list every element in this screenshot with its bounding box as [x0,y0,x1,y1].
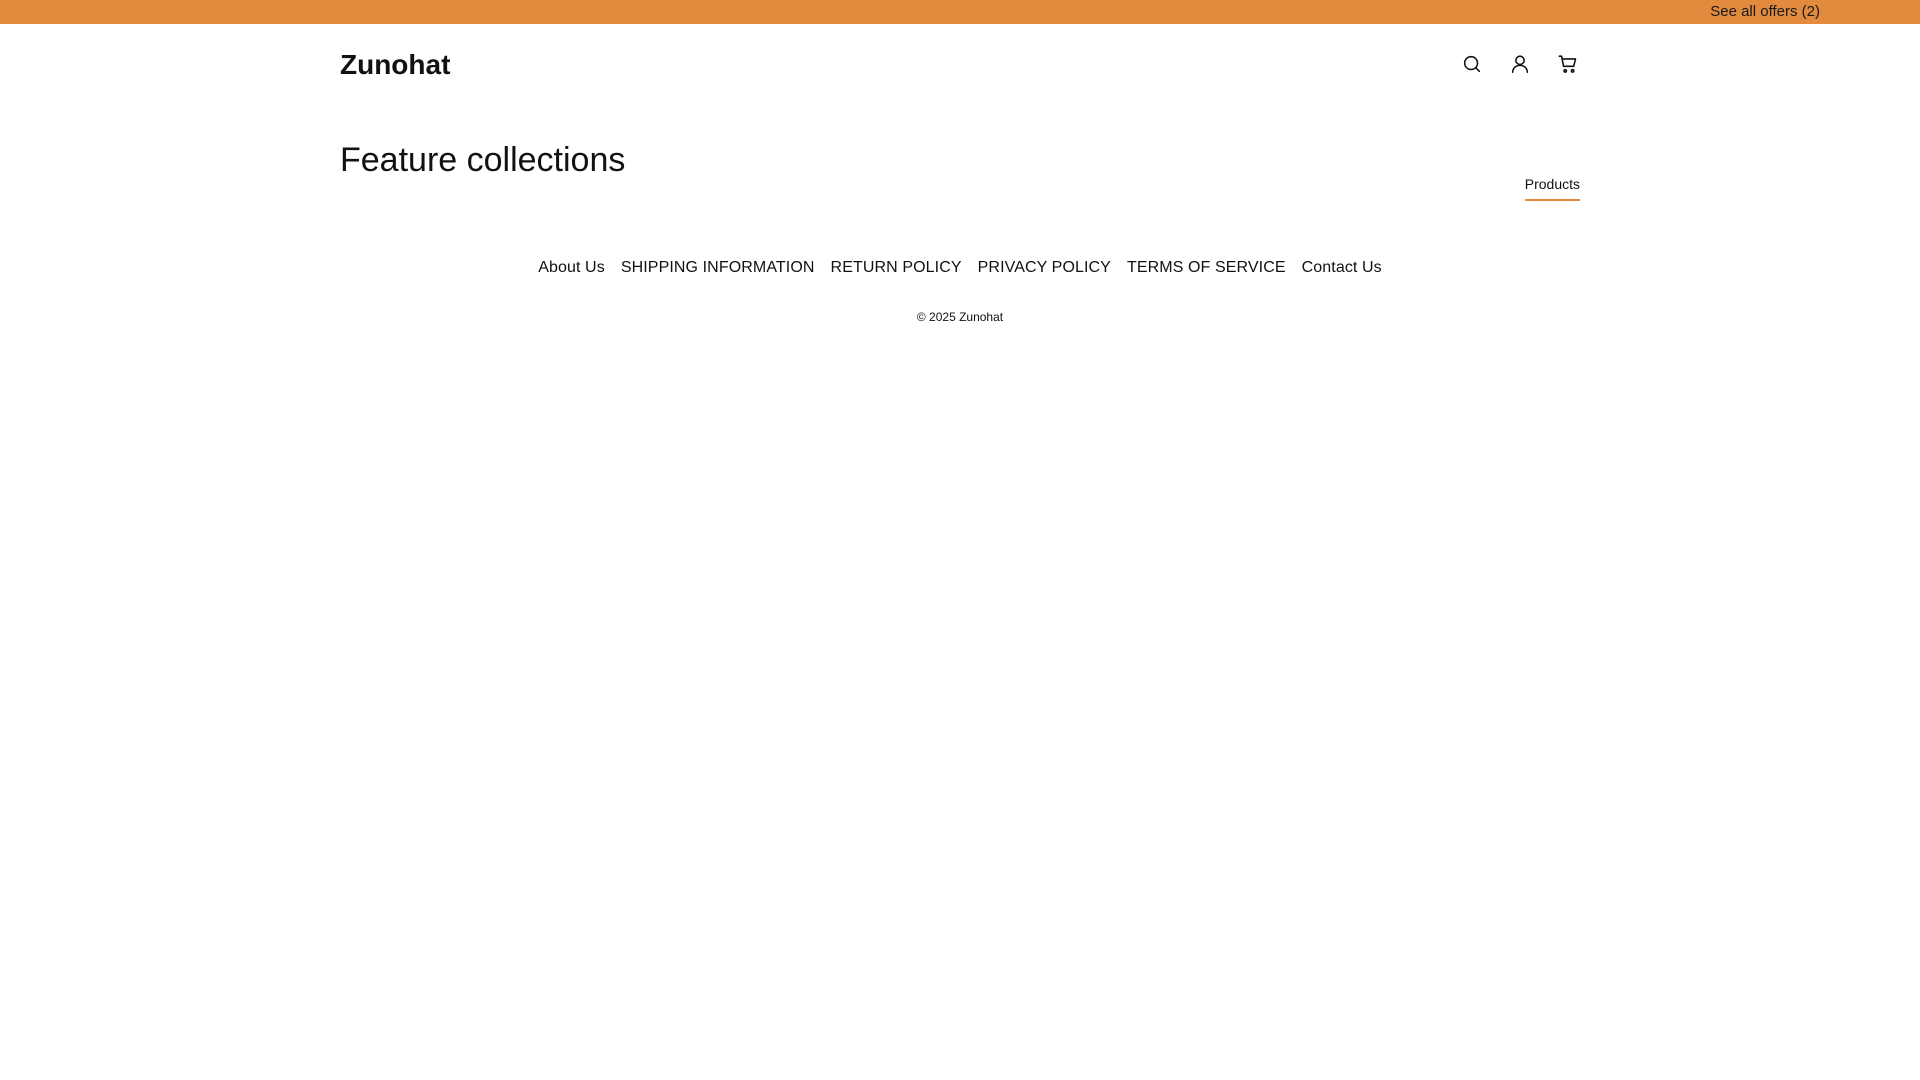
search-button[interactable] [1460,52,1484,76]
footer-link-about-us[interactable]: About Us [538,258,605,278]
logo[interactable]: Zunohat [340,48,450,82]
cart-button[interactable] [1556,52,1580,76]
copyright: © 2025 Zunohat [916,310,1004,324]
section-title: Feature collections [340,141,626,179]
footer-nav: About Us SHIPPING INFORMATION RETURN POL… [0,258,1920,278]
search-icon [1463,55,1481,73]
account-icon [1511,55,1529,74]
footer-link-return-policy[interactable]: RETURN POLICY [831,258,962,278]
header-icons [1460,52,1580,76]
offer-bar: See all offers (2) [0,0,1920,24]
account-button[interactable] [1508,52,1532,76]
see-all-offers-link[interactable]: See all offers (2) [1710,0,1820,24]
tab-products[interactable]: Products [1524,175,1580,201]
footer-link-shipping-information[interactable]: SHIPPING INFORMATION [621,258,815,278]
footer-link-terms-of-service[interactable]: TERMS OF SERVICE [1127,258,1286,278]
cart-icon [1558,55,1577,73]
footer-link-contact-us[interactable]: Contact Us [1302,258,1382,278]
footer-link-privacy-policy[interactable]: PRIVACY POLICY [978,258,1111,278]
site-header: Zunohat [0,24,1920,104]
